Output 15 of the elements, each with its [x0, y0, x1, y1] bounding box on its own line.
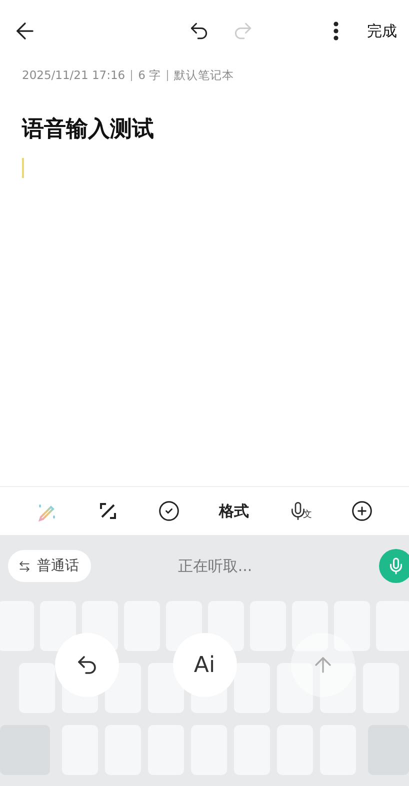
more-button[interactable]: [331, 19, 341, 43]
checklist-icon: [158, 500, 180, 522]
word-count: 6 字: [138, 68, 162, 82]
listening-status: 正在听取...: [176, 556, 254, 576]
voice-to-text-button[interactable]: 文: [286, 499, 314, 523]
swap-icon: [18, 560, 31, 572]
more-icon: [333, 21, 339, 41]
notebook-name: 默认笔记本: [174, 68, 234, 82]
format-button[interactable]: 格式: [217, 500, 252, 522]
language-button[interactable]: 普通话: [8, 550, 91, 582]
done-button[interactable]: 完成: [363, 18, 401, 44]
note-title: 语音输入测试: [20, 116, 155, 144]
note-date: 2025/11/21 17:16: [22, 68, 126, 82]
add-icon: [351, 500, 374, 522]
microphone-icon: [387, 557, 405, 575]
